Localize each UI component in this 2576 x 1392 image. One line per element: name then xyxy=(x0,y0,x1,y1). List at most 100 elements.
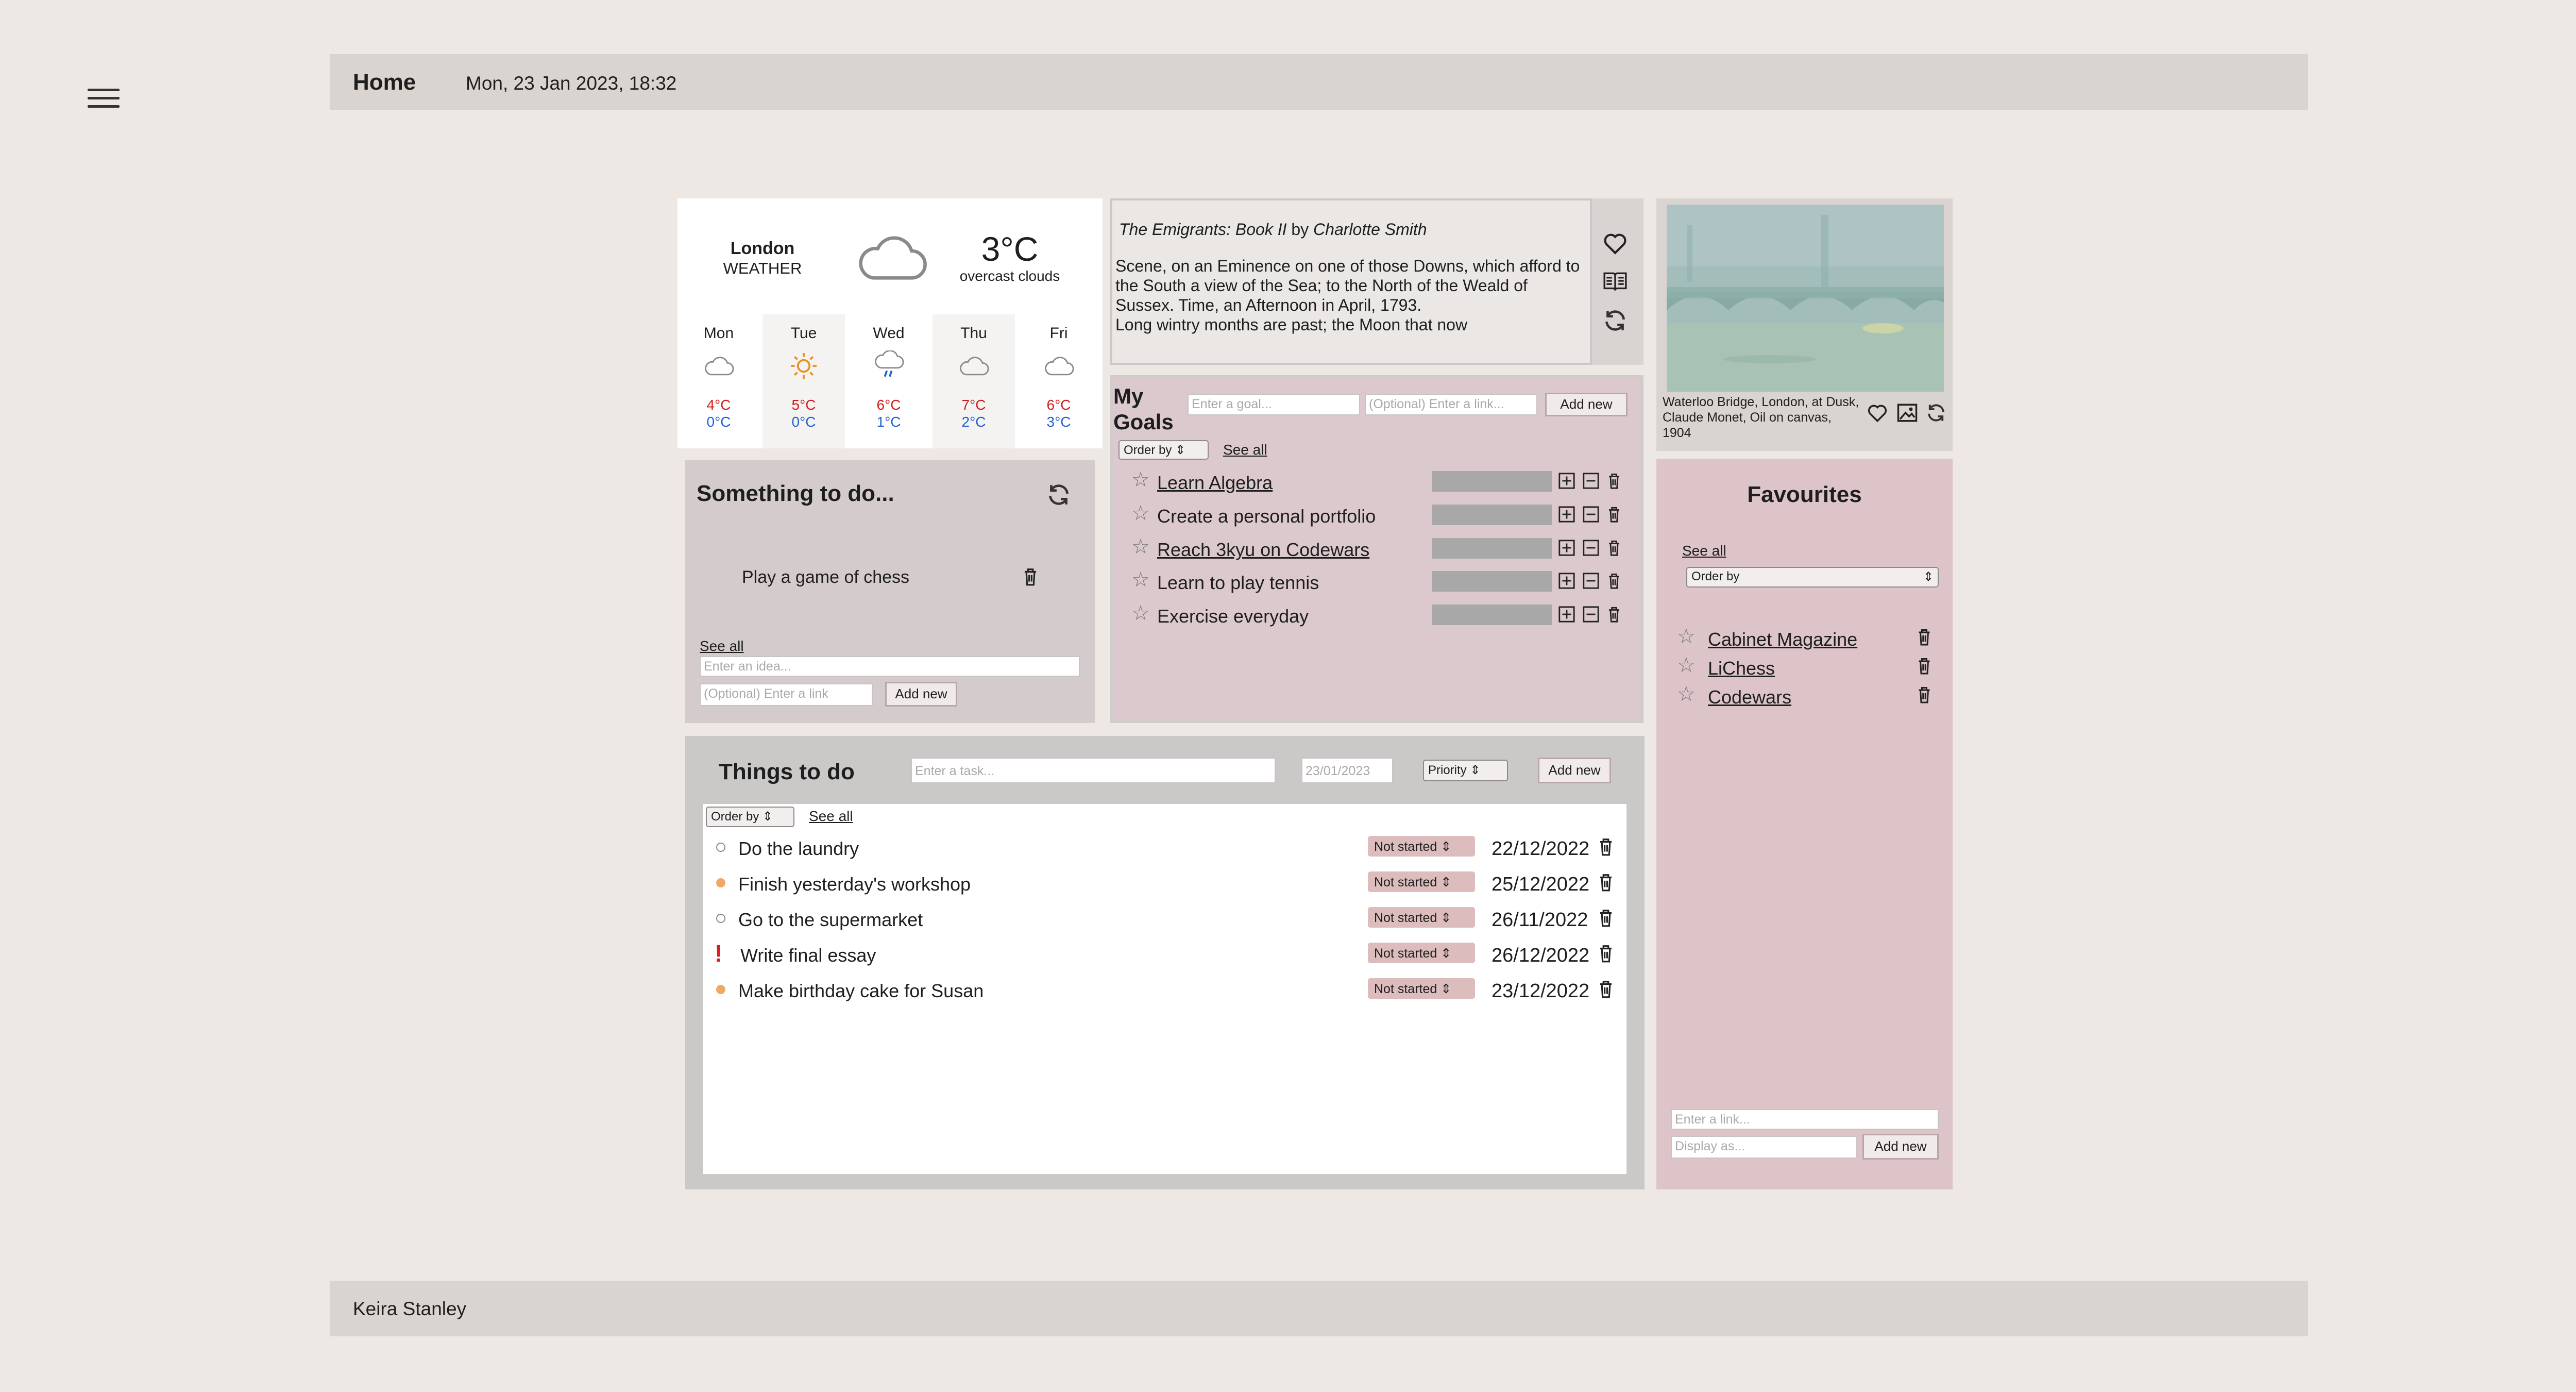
priority-low-icon xyxy=(716,914,725,923)
task-input[interactable]: Enter a task... xyxy=(911,758,1276,783)
minus-box-icon[interactable] xyxy=(1582,506,1600,523)
favourite-link-input[interactable]: Enter a link... xyxy=(1671,1109,1939,1130)
star-icon[interactable]: ☆ xyxy=(1131,468,1150,492)
add-task-button[interactable]: Add new xyxy=(1538,758,1611,783)
favourite-display-input[interactable]: Display as... xyxy=(1671,1136,1857,1159)
ideas-see-all-link[interactable]: See all xyxy=(700,638,744,655)
minus-box-icon[interactable] xyxy=(1582,572,1600,590)
book-icon[interactable] xyxy=(1602,269,1628,295)
task-date: 23/12/2022 xyxy=(1492,980,1590,1002)
trash-icon[interactable] xyxy=(1605,472,1623,490)
trash-icon[interactable] xyxy=(1605,539,1623,557)
plus-box-icon[interactable] xyxy=(1558,572,1575,590)
goal-label[interactable]: Reach 3kyu on Codewars xyxy=(1157,539,1369,561)
goals-order-select[interactable]: Order by ⇕ xyxy=(1118,440,1209,460)
heart-icon[interactable] xyxy=(1867,402,1888,424)
task-date: 22/12/2022 xyxy=(1492,838,1590,860)
chevron-updown-icon: ⇕ xyxy=(1175,443,1186,457)
task-date: 25/12/2022 xyxy=(1492,874,1590,895)
trash-icon[interactable] xyxy=(1917,628,1932,646)
trash-icon[interactable] xyxy=(1605,572,1623,590)
goal-label: Create a personal portfolio xyxy=(1157,506,1376,527)
refresh-icon[interactable] xyxy=(1925,402,1947,424)
forecast-high: 6°C xyxy=(876,397,901,413)
hamburger-menu-icon[interactable] xyxy=(88,89,120,111)
refresh-icon[interactable] xyxy=(1602,308,1628,333)
forecast-low: 0°C xyxy=(706,414,731,430)
tasks-see-all-link[interactable]: See all xyxy=(809,808,853,825)
goal-label[interactable]: Learn Algebra xyxy=(1157,472,1273,494)
add-goal-button[interactable]: Add new xyxy=(1545,393,1628,416)
star-icon[interactable]: ☆ xyxy=(1131,568,1150,592)
minus-box-icon[interactable] xyxy=(1582,472,1600,490)
trash-icon[interactable] xyxy=(1597,873,1615,892)
trash-icon[interactable] xyxy=(1917,657,1932,675)
chevron-updown-icon: ⇕ xyxy=(1440,946,1452,961)
task-date-input[interactable]: 23/01/2023 xyxy=(1301,758,1393,783)
heart-icon[interactable] xyxy=(1602,230,1628,256)
things-title: Things to do xyxy=(719,759,855,784)
task-date: 26/12/2022 xyxy=(1492,945,1590,966)
image-icon[interactable] xyxy=(1896,402,1918,424)
task-status-label: Not started xyxy=(1374,875,1437,890)
minus-box-icon[interactable] xyxy=(1582,539,1600,557)
add-idea-button[interactable]: Add new xyxy=(885,682,957,707)
trash-icon[interactable] xyxy=(1597,944,1615,963)
star-icon[interactable]: ☆ xyxy=(1677,625,1696,648)
trash-icon[interactable] xyxy=(1597,837,1615,857)
idea-link-input[interactable]: (Optional) Enter a link xyxy=(700,683,873,706)
add-favourite-button[interactable]: Add new xyxy=(1862,1134,1939,1160)
forecast-high: 4°C xyxy=(706,397,731,413)
chevron-updown-icon: ⇕ xyxy=(762,810,773,824)
goal-progress-bar xyxy=(1432,538,1552,559)
priority-select[interactable]: Priority ⇕ xyxy=(1423,760,1508,781)
favourite-link[interactable]: Codewars xyxy=(1708,686,1791,708)
cloud-icon xyxy=(1043,350,1074,381)
star-icon[interactable]: ☆ xyxy=(1131,601,1150,625)
goal-item: ☆ Create a personal portfolio xyxy=(1131,500,1631,529)
task-status-label: Not started xyxy=(1374,946,1437,961)
goals-see-all-link[interactable]: See all xyxy=(1223,442,1267,458)
plus-box-icon[interactable] xyxy=(1558,539,1575,557)
star-icon[interactable]: ☆ xyxy=(1677,653,1696,677)
quote-title: The Emigrants: Book II by Charlotte Smit… xyxy=(1119,220,1427,239)
plus-box-icon[interactable] xyxy=(1558,506,1575,523)
idea-input[interactable]: Enter an idea... xyxy=(700,656,1080,677)
forecast-day: Wed 6°C 1°C xyxy=(848,314,930,448)
plus-box-icon[interactable] xyxy=(1558,606,1575,623)
star-icon[interactable]: ☆ xyxy=(1677,682,1696,706)
trash-icon[interactable] xyxy=(1021,567,1040,586)
priority-low-icon xyxy=(716,843,725,852)
star-icon[interactable]: ☆ xyxy=(1131,535,1150,559)
task-label: Do the laundry xyxy=(738,838,859,859)
task-status-select[interactable]: Not started ⇕ xyxy=(1368,871,1475,892)
order-by-label: Order by xyxy=(1691,569,1740,583)
goal-input[interactable]: Enter a goal... xyxy=(1188,394,1360,415)
refresh-icon[interactable] xyxy=(1046,482,1072,508)
task-status-select[interactable]: Not started ⇕ xyxy=(1368,836,1475,857)
task-status-select[interactable]: Not started ⇕ xyxy=(1368,943,1475,963)
goal-progress-bar xyxy=(1432,571,1552,592)
task-list: Order by ⇕ See all Do the laundry Not st… xyxy=(703,804,1626,1174)
star-icon[interactable]: ☆ xyxy=(1131,501,1150,525)
favourites-see-all-link[interactable]: See all xyxy=(1682,543,1726,559)
goal-link-input[interactable]: (Optional) Enter a link... xyxy=(1365,394,1537,415)
trash-icon[interactable] xyxy=(1605,506,1623,523)
favourite-link[interactable]: LiChess xyxy=(1708,658,1775,679)
goal-item: ☆ Learn to play tennis xyxy=(1131,567,1631,596)
task-row: Make birthday cake for Susan Not started… xyxy=(703,972,1626,1007)
trash-icon[interactable] xyxy=(1597,979,1615,999)
task-status-select[interactable]: Not started ⇕ xyxy=(1368,978,1475,999)
trash-icon[interactable] xyxy=(1917,685,1932,704)
order-by-label: Order by xyxy=(711,810,759,824)
trash-icon[interactable] xyxy=(1597,908,1615,928)
forecast-day: Mon 4°C 0°C xyxy=(677,314,760,448)
minus-box-icon[interactable] xyxy=(1582,606,1600,623)
favourites-order-select[interactable]: Order by ⇕ xyxy=(1686,567,1939,588)
forecast-day: Fri 6°C 3°C xyxy=(1018,314,1100,448)
task-status-select[interactable]: Not started ⇕ xyxy=(1368,907,1475,928)
trash-icon[interactable] xyxy=(1605,606,1623,623)
plus-box-icon[interactable] xyxy=(1558,472,1575,490)
favourite-link[interactable]: Cabinet Magazine xyxy=(1708,629,1857,650)
tasks-order-select[interactable]: Order by ⇕ xyxy=(706,807,794,827)
